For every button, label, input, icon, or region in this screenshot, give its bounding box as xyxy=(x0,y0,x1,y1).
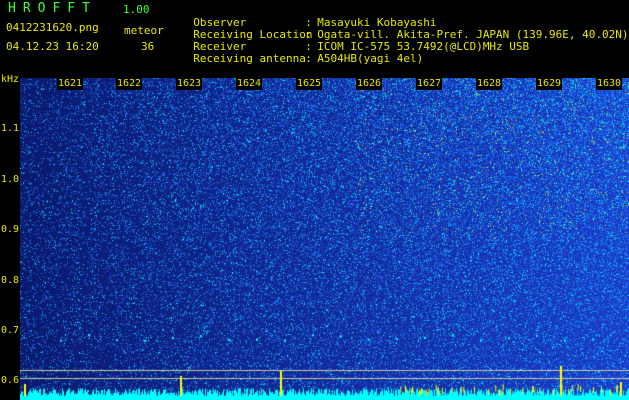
app-version: 1.00 xyxy=(123,3,150,16)
info-row-antenna: Receiving antenna: A504HB(yagi 4el) xyxy=(180,41,423,65)
frequency-unit-label: kHz xyxy=(1,74,20,85)
frequency-axis: kHz 1.1 1.0 0.9 0.8 0.7 0.6 xyxy=(0,74,20,400)
freq-tick-label: 0.7 xyxy=(1,325,20,336)
time-label: 1629 xyxy=(536,78,563,90)
time-label: 1628 xyxy=(476,78,503,90)
time-label: 1627 xyxy=(416,78,443,90)
date-time: 04.12.23 16:20 xyxy=(6,40,99,53)
waterfall-spectrogram xyxy=(20,78,629,400)
file-name: 0412231620.png xyxy=(6,21,99,34)
spectrogram-area: kHz 1.1 1.0 0.9 0.8 0.7 0.6 1621 1622 16… xyxy=(0,74,629,400)
time-label: 1630 xyxy=(596,78,623,90)
freq-tick-label: 1.1 xyxy=(1,123,20,134)
freq-tick-label: 0.6 xyxy=(1,375,20,386)
freq-tick-label: 0.8 xyxy=(1,275,20,286)
time-label: 1622 xyxy=(116,78,143,90)
freq-tick-label: 0.9 xyxy=(1,224,20,235)
meteor-count: 36 xyxy=(141,40,155,53)
info-key: Receiving antenna xyxy=(193,52,306,65)
freq-tick-label: 1.0 xyxy=(1,174,20,185)
meteor-label: meteor xyxy=(124,24,164,37)
info-separator: : xyxy=(305,52,312,65)
time-label: 1626 xyxy=(356,78,383,90)
time-label: 1624 xyxy=(236,78,263,90)
app-title: HROFFT xyxy=(8,1,97,16)
info-value: A504HB(yagi 4el) xyxy=(317,52,424,65)
time-label: 1623 xyxy=(176,78,203,90)
time-label: 1625 xyxy=(296,78,323,90)
time-label: 1621 xyxy=(57,78,84,90)
